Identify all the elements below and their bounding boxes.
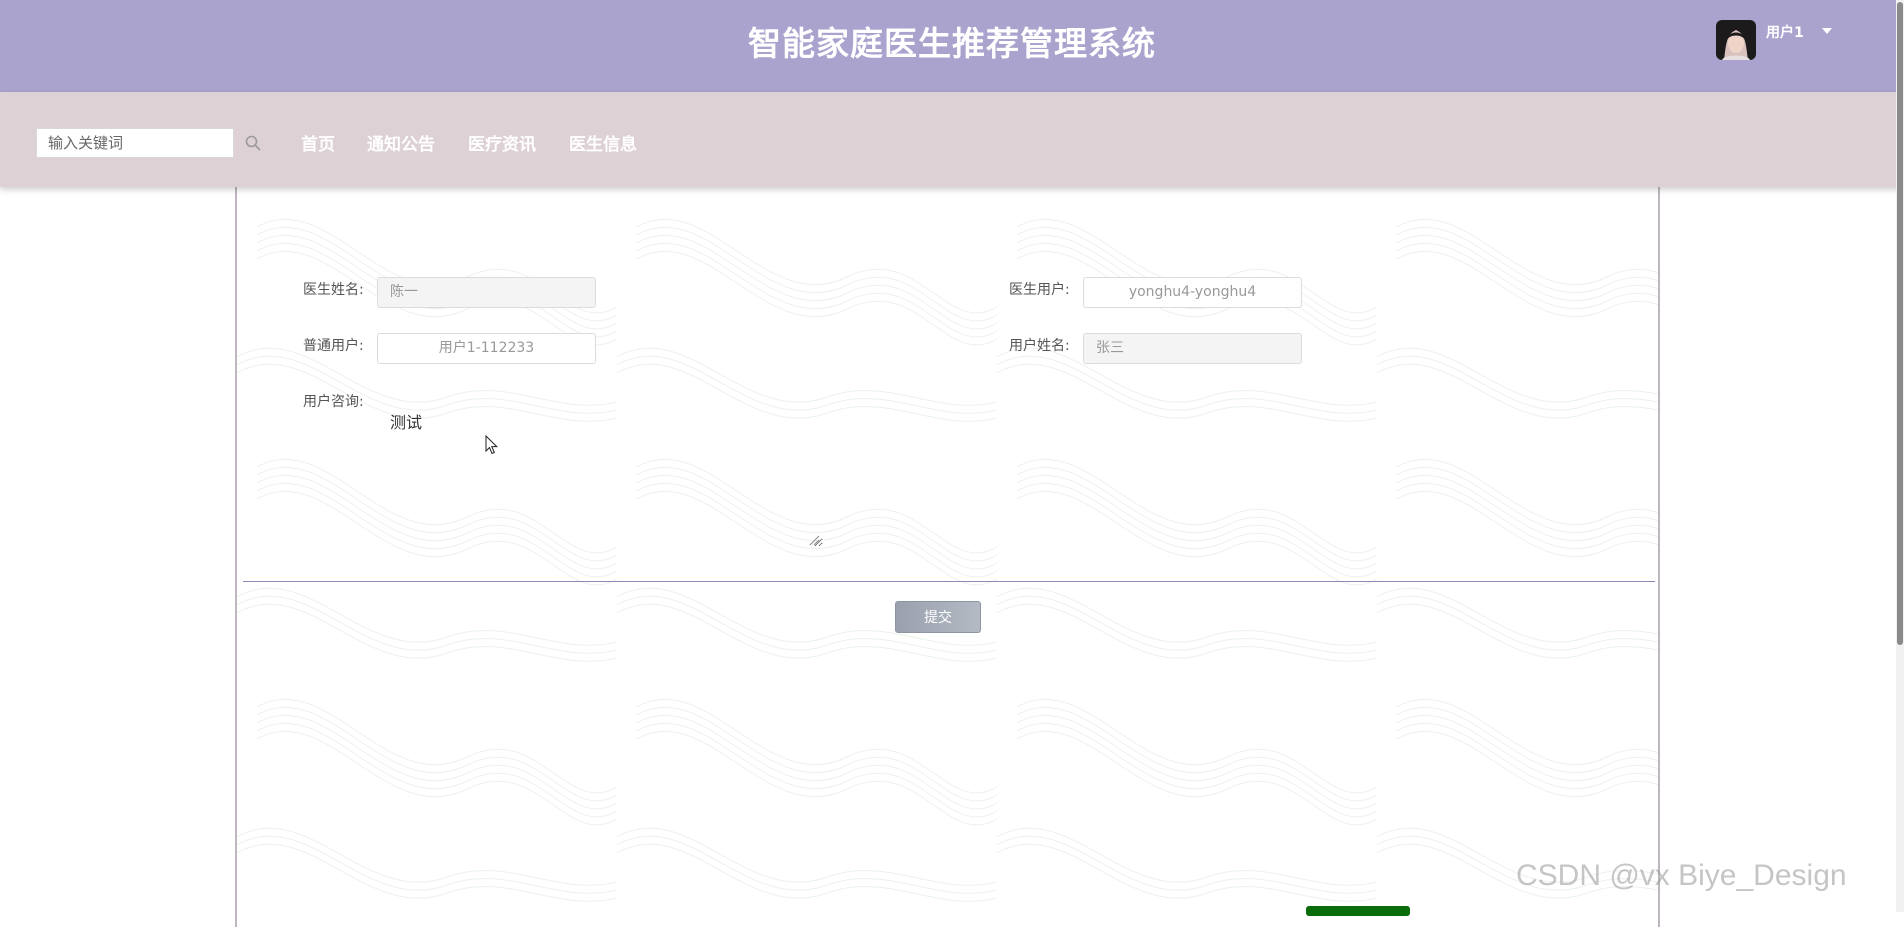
user-name-label: 用户姓名:	[1009, 338, 1070, 354]
content-panel: 医生姓名: 陈一 医生用户: yonghu4-yonghu4 普通用户: 用户1…	[235, 187, 1660, 927]
watermark: CSDN @vx Biye_Design	[1516, 859, 1847, 892]
nav-item-medical-news[interactable]: 医疗资讯	[468, 130, 536, 155]
submit-button[interactable]: 提交	[895, 601, 981, 633]
user-name-field: 张三	[1083, 333, 1302, 364]
divider	[243, 581, 1655, 582]
nav-item-home[interactable]: 首页	[301, 130, 335, 155]
nav-item-doctor-info[interactable]: 医生信息	[569, 130, 637, 155]
caret-down-icon[interactable]	[1821, 28, 1832, 34]
consultation-label: 用户咨询:	[303, 394, 364, 410]
resize-grip-icon[interactable]	[808, 534, 820, 546]
doctor-user-select[interactable]: yonghu4-yonghu4	[1083, 277, 1302, 308]
doctor-user-label: 医生用户:	[1009, 282, 1070, 298]
top-header: 智能家庭医生推荐管理系统 用户1	[0, 0, 1904, 92]
doctor-name-label: 医生姓名:	[303, 282, 364, 298]
consultation-textarea[interactable]: 测试	[378, 399, 823, 547]
nav-item-notices[interactable]: 通知公告	[367, 130, 435, 155]
doctor-name-field: 陈一	[377, 277, 596, 308]
normal-user-label: 普通用户:	[303, 338, 364, 354]
search-icon[interactable]	[244, 134, 262, 152]
normal-user-select[interactable]: 用户1-112233	[377, 333, 596, 364]
search-input[interactable]	[36, 128, 234, 158]
avatar[interactable]	[1716, 20, 1756, 60]
user-menu[interactable]: 用户1	[1716, 18, 1832, 62]
floating-button[interactable]	[1306, 906, 1410, 916]
user-name: 用户1	[1766, 25, 1804, 41]
scrollbar-thumb[interactable]	[1897, 2, 1903, 645]
mouse-cursor-icon	[485, 435, 499, 455]
site-title: 智能家庭医生推荐管理系统	[748, 24, 1156, 63]
nav-bar: 首页 通知公告 医疗资讯 医生信息	[0, 92, 1904, 187]
